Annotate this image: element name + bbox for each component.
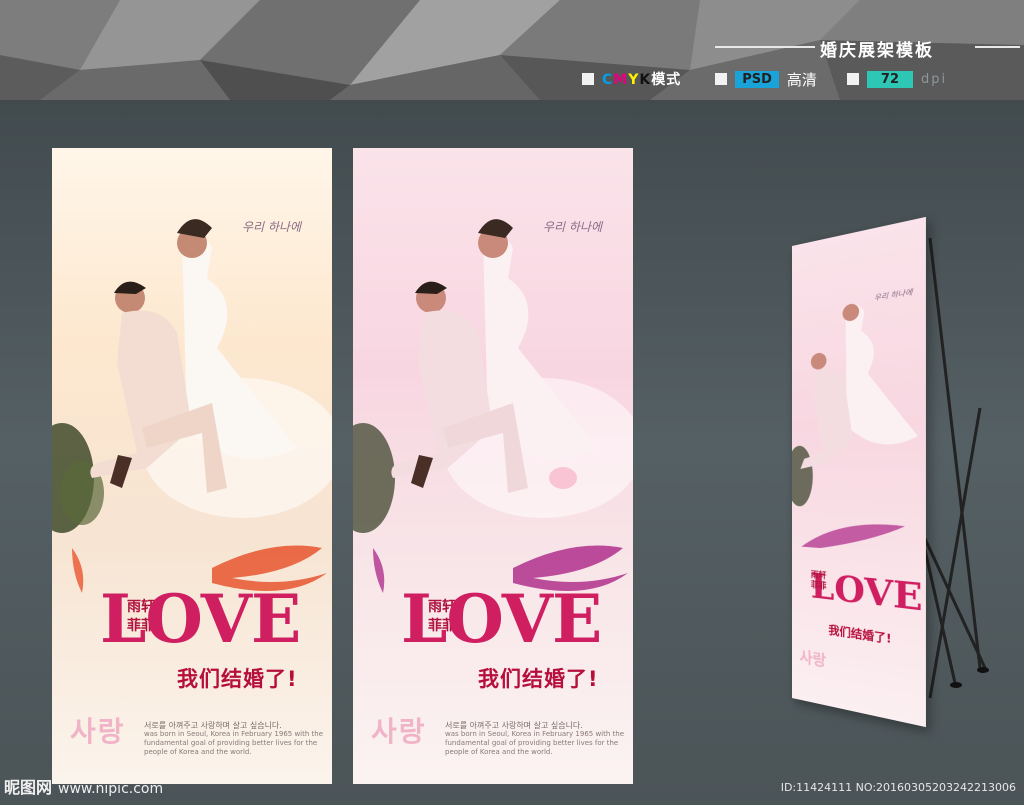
korean-script-top: 우리 하나에 [543, 220, 603, 234]
fine-print: 서로를 아껴주고 사랑하며 살고 싶습니다. was born in Seoul… [144, 721, 324, 757]
fine-print-extra: was born in Seoul, Korea in February 196… [445, 730, 625, 756]
nipic-logo: 昵图网 [4, 778, 53, 797]
korean-large: 사랑 [371, 715, 427, 748]
fine-print-extra: was born in Seoul, Korea in February 196… [144, 730, 324, 756]
fine-print: 서로를 아껴주고 사랑하며 살고 싶습니다. was born in Seoul… [445, 721, 625, 757]
watermark-logo: 昵图网 www.nipic.com [4, 774, 163, 798]
stand-brand-line-2: 菲菲 [810, 579, 827, 591]
cmyk-letter: C [602, 72, 614, 88]
cmyk-letter: M [613, 72, 629, 88]
slogan: 我们结婚了! [177, 667, 298, 691]
dpi-label: dpi [921, 71, 948, 87]
korean-script-top: 우리 하나에 [242, 220, 302, 234]
title-rule-left [715, 46, 815, 48]
love-title: LOVE [100, 580, 301, 658]
poster-pink: 우리 하나에 雨轩 菲菲 LOVE 我们结婚了! 사랑 서로를 아껴주고 사랑하… [353, 148, 633, 784]
slogan: 我们结婚了! [478, 667, 599, 691]
template-title: 婚庆展架模板 [820, 41, 934, 61]
dpi-tag: 72 [866, 70, 914, 88]
hd-label: 高清 [786, 70, 817, 89]
fine-print-main: 서로를 아껴주고 사랑하며 살고 싶습니다. [445, 721, 583, 730]
psd-tag: PSD [735, 70, 779, 88]
fine-print-main: 서로를 아껴주고 사랑하며 살고 싶습니다. [144, 721, 282, 730]
spec-row: CMYK模式 PSD 高清 72 dpi [582, 68, 947, 90]
bullet-square-icon [846, 73, 859, 85]
poster-orange: 우리 하나에 雨轩 菲菲 LOVE 我们结婚了! 사랑 서로를 아껴주고 사랑하… [52, 148, 332, 784]
cmyk-letters: CMYK [602, 72, 651, 88]
x-banner-stand: 우리 하나에 LOVE 雨轩 菲菲 我们结婚了! 사랑 [780, 216, 1000, 728]
bullet-square-icon [582, 73, 594, 85]
image-id: ID:11424111 NO:20160305203242213006 [780, 781, 1016, 794]
stand-poster: 우리 하나에 LOVE 雨轩 菲菲 我们结婚了! 사랑 [792, 216, 926, 728]
cmyk-letter: K [639, 72, 652, 88]
header-band: 婚庆展架模板 CMYK模式 PSD 高清 72 dpi [0, 0, 1024, 100]
bullet-square-icon [715, 73, 728, 85]
love-title: LOVE [401, 580, 602, 658]
nipic-site: www.nipic.com [58, 781, 164, 797]
title-rule-right [975, 46, 1020, 48]
mode-label: 模式 [651, 72, 682, 88]
korean-large: 사랑 [70, 715, 126, 748]
cmyk-letter: Y [628, 72, 640, 88]
cmyk-mode: CMYK模式 [602, 69, 681, 89]
stand-brand-names: 雨轩 菲菲 [811, 570, 827, 592]
